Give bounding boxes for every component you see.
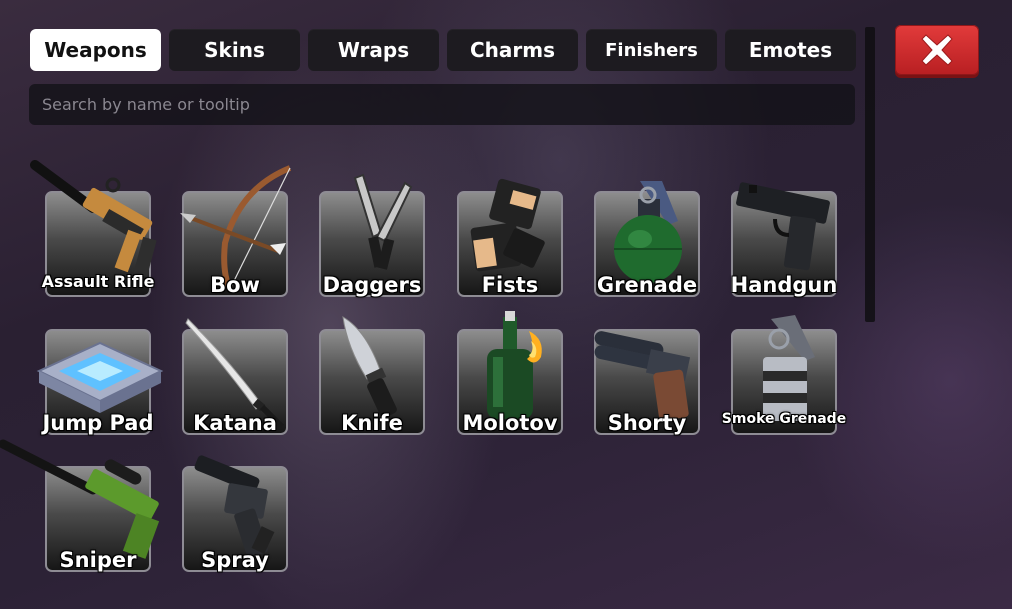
tab-skins[interactable]: Skins — [169, 29, 300, 71]
weapon-label: Grenade — [596, 273, 698, 297]
weapon-tile-handgun[interactable]: Handgun — [731, 182, 837, 297]
weapon-label: Fists — [481, 273, 539, 297]
search-input[interactable] — [40, 94, 855, 115]
weapon-label: Bow — [210, 273, 260, 297]
weapon-label: Assault Rifle — [41, 272, 155, 291]
tab-charms[interactable]: Charms — [447, 29, 578, 71]
weapon-tile-spray[interactable]: Spray — [182, 455, 288, 572]
tab-weapons[interactable]: Weapons — [30, 29, 161, 71]
weapon-tile-jump-pad[interactable]: Jump Pad — [36, 329, 164, 435]
weapon-label: Smoke Grenade — [721, 411, 847, 427]
weapon-label: Handgun — [730, 273, 838, 297]
close-button[interactable] — [895, 25, 979, 75]
weapon-label: Knife — [341, 411, 403, 435]
search-bar — [29, 84, 855, 125]
weapon-label: Katana — [193, 411, 277, 435]
tab-finishers[interactable]: Finishers — [586, 29, 717, 71]
tab-wraps[interactable]: Wraps — [308, 29, 439, 71]
weapon-tile-knife[interactable]: Knife — [319, 316, 425, 435]
weapon-label: Sniper — [59, 548, 137, 572]
weapon-tile-daggers[interactable]: Daggers — [319, 173, 425, 297]
weapon-label: Molotov — [462, 411, 558, 435]
weapon-tile-katana[interactable]: Katana — [182, 318, 288, 435]
weapon-label: Spray — [201, 548, 269, 572]
weapon-label: Shorty — [607, 411, 687, 435]
weapon-tile-shorty[interactable]: Shorty — [594, 329, 700, 435]
tab-emotes[interactable]: Emotes — [725, 29, 856, 71]
weapon-tile-molotov[interactable]: Molotov — [457, 311, 563, 435]
scrollbar[interactable] — [865, 27, 875, 322]
weapon-tile-smoke-grenade[interactable]: Smoke Grenade — [722, 315, 846, 435]
weapon-label: Jump Pad — [42, 411, 154, 435]
weapon-tile-sniper[interactable]: Sniper — [0, 439, 160, 572]
close-x-icon — [921, 34, 953, 66]
weapon-label: Daggers — [322, 273, 422, 297]
weapon-tile-assault-rifle[interactable]: Assault Rifle — [30, 160, 157, 297]
weapon-tile-fists[interactable]: Fists — [457, 178, 563, 297]
weapon-tile-grenade[interactable]: Grenade — [594, 181, 700, 297]
weapon-tile-bow[interactable]: Bow — [180, 165, 292, 297]
